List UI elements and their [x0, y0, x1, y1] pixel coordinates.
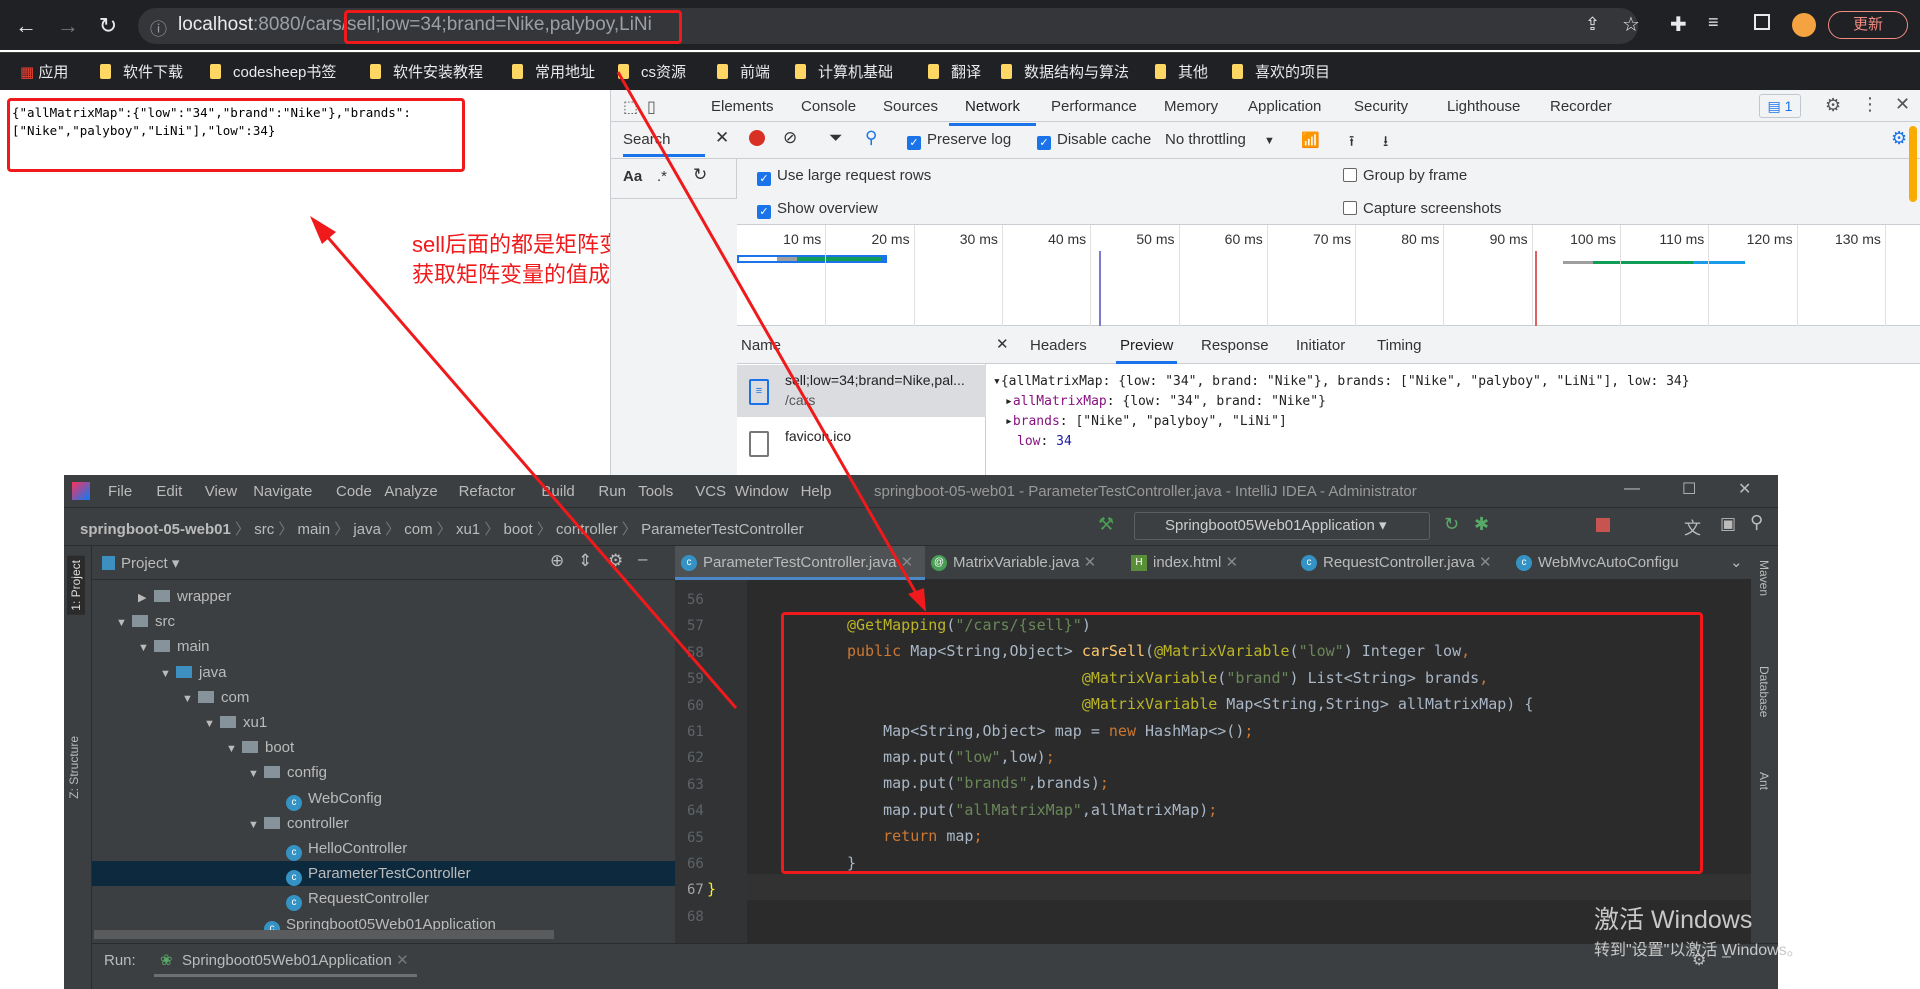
- arrow-to-code: [616, 71, 922, 601]
- arrowhead: [310, 216, 336, 244]
- arrow-to-json: [316, 225, 738, 709]
- arrowhead: [908, 588, 926, 612]
- annotation-arrows: [310, 71, 926, 709]
